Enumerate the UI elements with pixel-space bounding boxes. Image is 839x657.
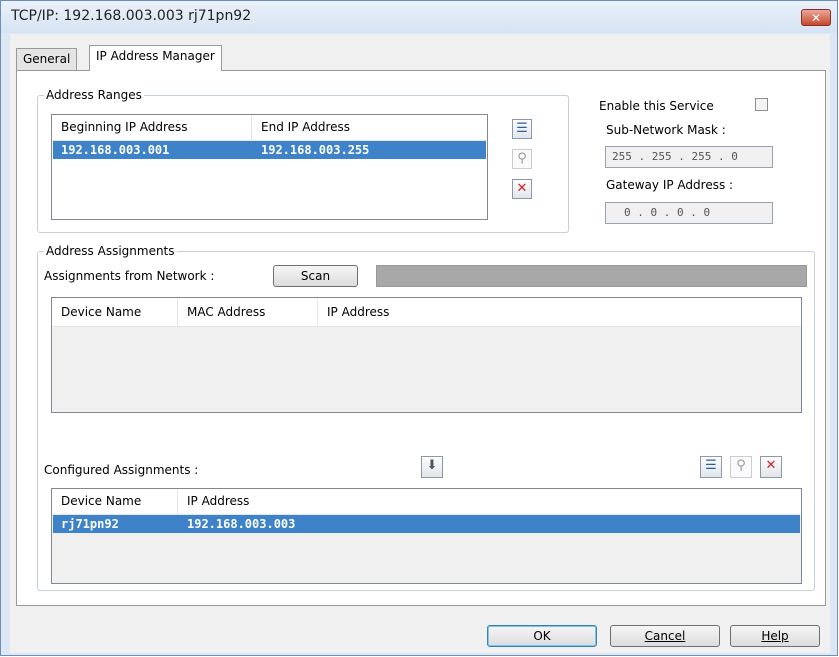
- tab-general[interactable]: General: [16, 48, 78, 70]
- table-row[interactable]: 192.168.003.001 192.168.003.255: [53, 141, 486, 159]
- ip-address-cell: 192.168.003.003: [187, 517, 296, 531]
- cancel-button-label: Cancel: [644, 629, 686, 643]
- tab-panel: Address Ranges Beginning IP Address End …: [16, 70, 826, 606]
- beginning-ip-cell: 192.168.003.001: [61, 143, 170, 157]
- enable-service-label: Enable this Service: [599, 99, 714, 113]
- search-icon: ⚲: [517, 151, 527, 166]
- end-ip-cell: 192.168.003.255: [261, 143, 370, 157]
- configured-assignments-label: Configured Assignments :: [44, 463, 199, 477]
- network-assignments-header: Device Name MAC Address IP Address: [52, 298, 801, 327]
- enable-service-checkbox[interactable]: [755, 98, 768, 111]
- subnet-mask-label: Sub-Network Mask :: [606, 123, 726, 137]
- edit-assignment-button[interactable]: ⚲: [730, 456, 752, 478]
- edit-range-button[interactable]: ⚲: [512, 149, 532, 169]
- address-ranges-group: Address Ranges Beginning IP Address End …: [37, 88, 569, 233]
- search-icon: ⚲: [736, 458, 746, 473]
- add-range-button[interactable]: ☰: [512, 119, 532, 139]
- address-assignments-label: Address Assignments: [44, 244, 177, 258]
- scan-progress-bar: [376, 265, 807, 287]
- move-down-button[interactable]: ⬇: [421, 456, 443, 478]
- ok-button[interactable]: OK: [487, 625, 597, 647]
- column-header-device-name[interactable]: Device Name: [52, 298, 178, 326]
- address-ranges-label: Address Ranges: [44, 88, 144, 102]
- column-header-mac-address[interactable]: MAC Address: [178, 298, 318, 326]
- column-header-ip-address[interactable]: IP Address: [178, 489, 801, 514]
- configured-assignments-header: Device Name IP Address: [52, 489, 801, 515]
- device-name-cell: rj71pn92: [61, 517, 119, 531]
- address-assignments-group: Address Assignments Assignments from Net…: [37, 244, 815, 591]
- gateway-ip-label: Gateway IP Address :: [606, 178, 734, 192]
- column-header-beginning-ip[interactable]: Beginning IP Address: [52, 115, 252, 140]
- delete-icon: ✕: [765, 458, 777, 473]
- tab-ip-address-manager[interactable]: IP Address Manager: [89, 45, 222, 71]
- window-title: TCP/IP: 192.168.003.003 rj71pn92: [11, 8, 252, 24]
- network-assignments-table: Device Name MAC Address IP Address: [51, 297, 802, 413]
- gateway-ip-field[interactable]: 0 . 0 . 0 . 0: [605, 202, 773, 224]
- address-ranges-header: Beginning IP Address End IP Address: [52, 115, 487, 141]
- title-bar[interactable]: TCP/IP: 192.168.003.003 rj71pn92 ✕: [1, 1, 837, 33]
- subnet-mask-field[interactable]: 255 . 255 . 255 . 0: [605, 146, 773, 168]
- arrow-down-icon: ⬇: [426, 458, 438, 473]
- help-button[interactable]: Help: [730, 625, 820, 647]
- scan-button-label: Scan: [300, 269, 331, 283]
- column-header-end-ip[interactable]: End IP Address: [252, 115, 487, 140]
- dialog-window: TCP/IP: 192.168.003.003 rj71pn92 ✕ Gener…: [0, 0, 838, 656]
- table-row[interactable]: rj71pn92 192.168.003.003: [53, 515, 800, 533]
- add-list-icon: ☰: [705, 458, 717, 473]
- assignments-from-network-label: Assignments from Network :: [44, 269, 215, 283]
- column-header-device-name[interactable]: Device Name: [52, 489, 178, 514]
- add-list-icon: ☰: [516, 121, 528, 136]
- close-button[interactable]: ✕: [801, 9, 831, 26]
- cancel-button[interactable]: Cancel: [610, 625, 720, 647]
- column-header-ip-address[interactable]: IP Address: [318, 298, 801, 326]
- scan-button[interactable]: Scan: [273, 265, 358, 287]
- ok-button-label: OK: [533, 629, 551, 643]
- help-button-label: Help: [761, 629, 789, 643]
- address-ranges-table: Beginning IP Address End IP Address 192.…: [51, 114, 488, 220]
- delete-icon: ✕: [516, 181, 528, 196]
- add-assignment-button[interactable]: ☰: [700, 456, 722, 478]
- close-icon: ✕: [810, 11, 822, 25]
- dialog-client: General IP Address Manager Address Range…: [10, 34, 830, 653]
- delete-range-button[interactable]: ✕: [512, 179, 532, 199]
- configured-assignments-table: Device Name IP Address rj71pn92 192.168.…: [51, 488, 802, 584]
- delete-assignment-button[interactable]: ✕: [760, 456, 782, 478]
